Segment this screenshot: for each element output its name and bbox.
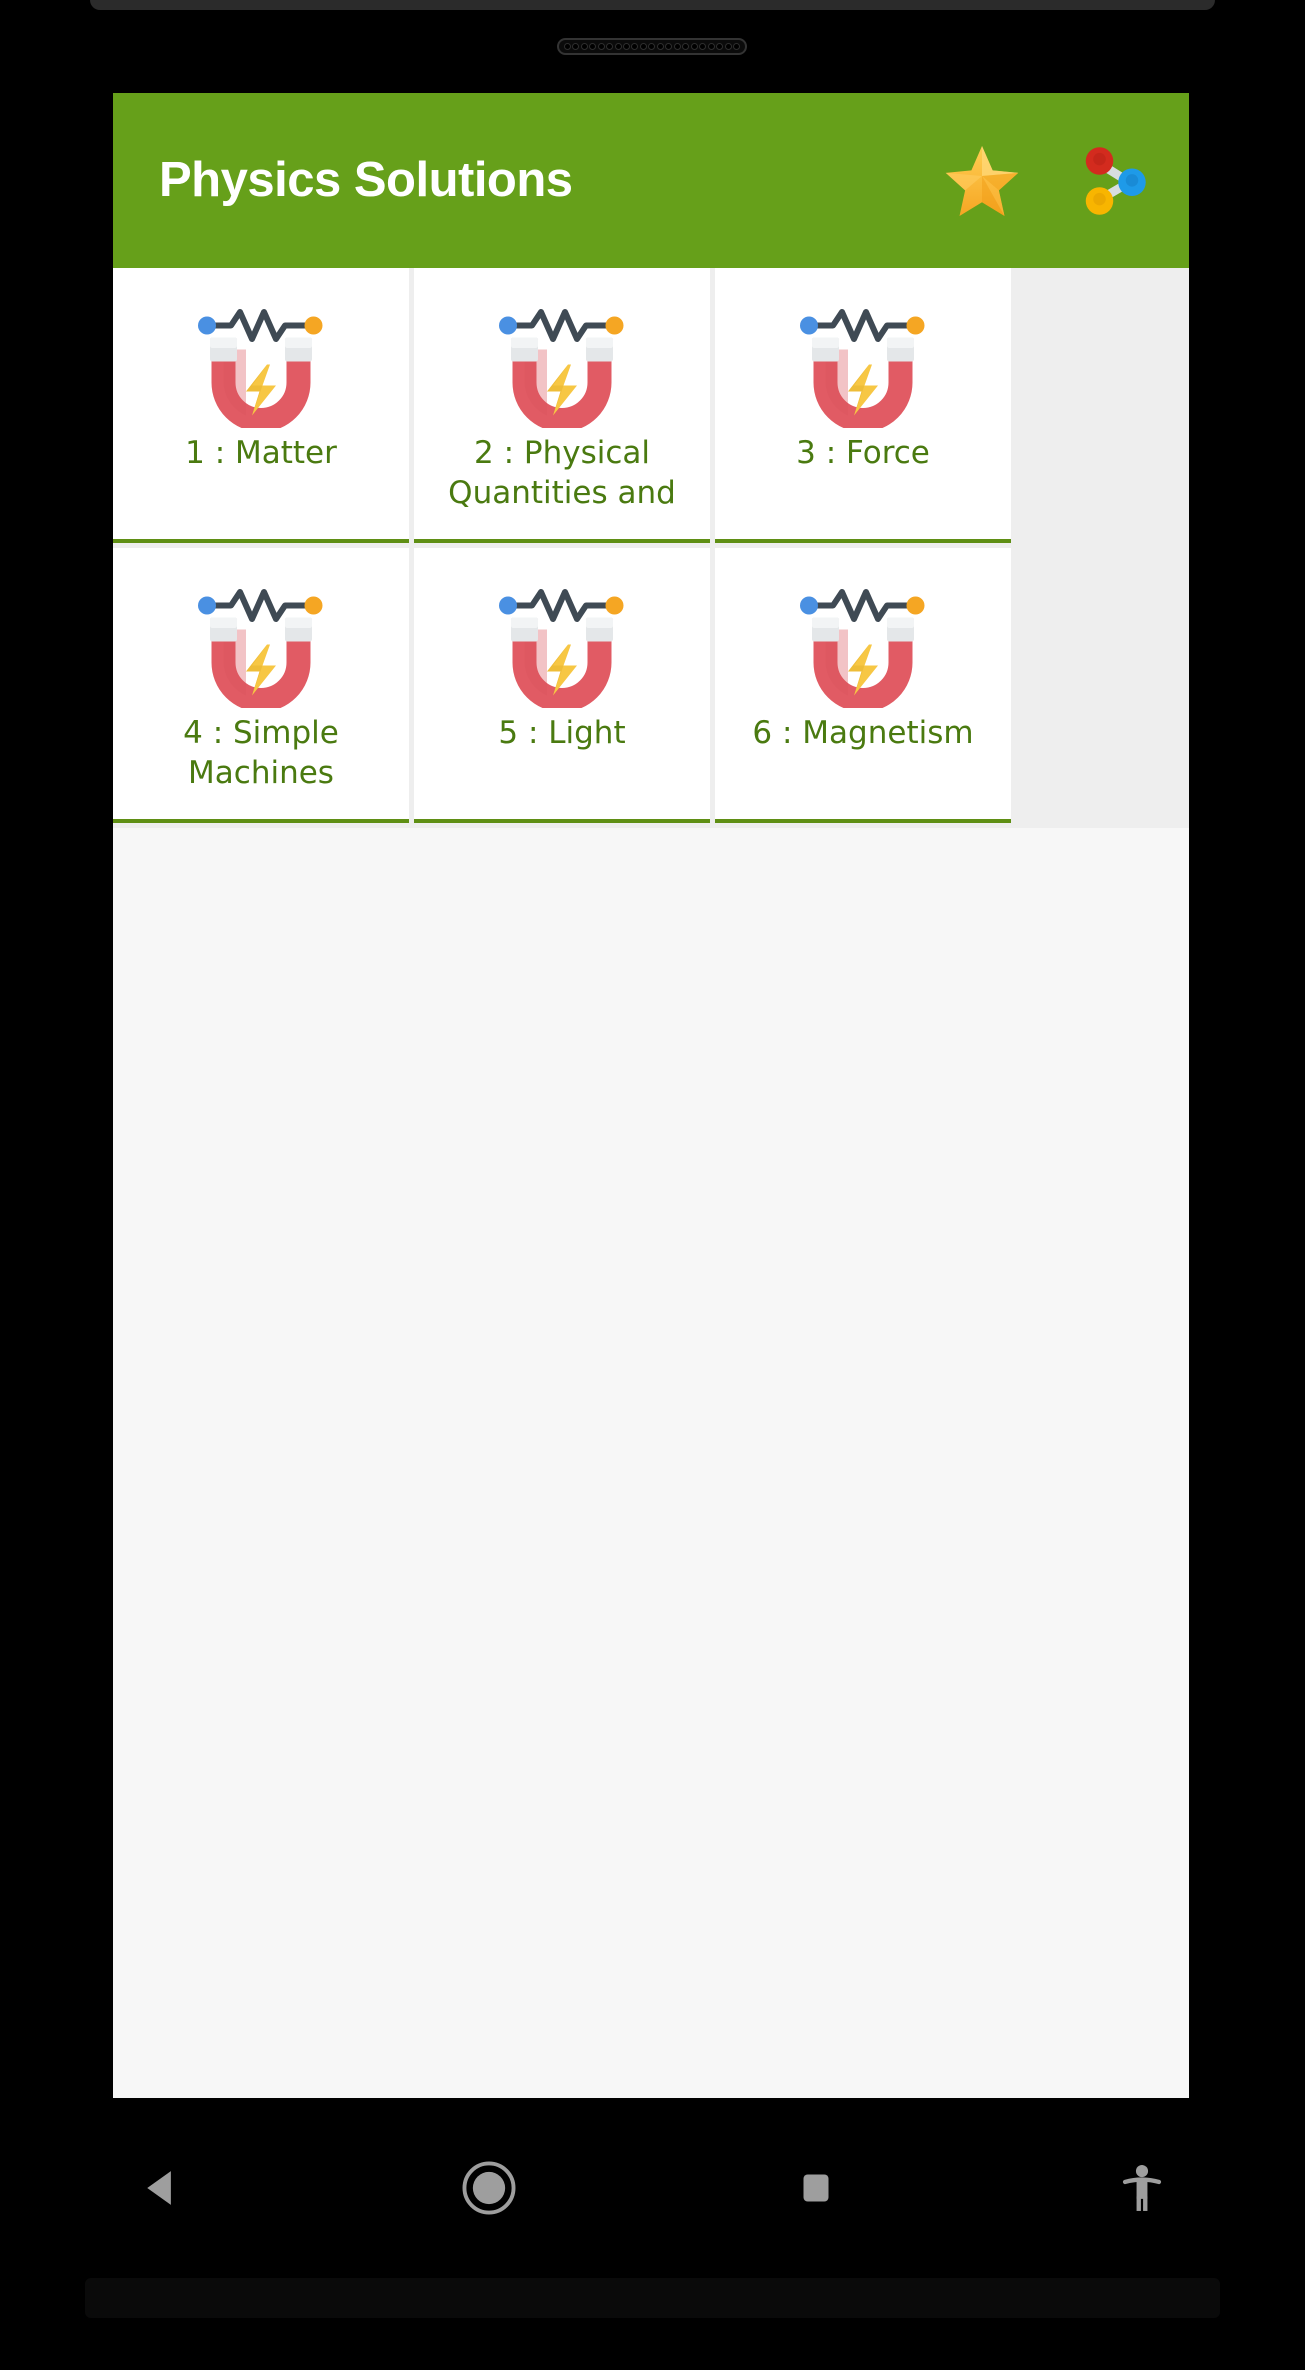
favorite-star-icon[interactable]	[939, 138, 1025, 224]
nav-back-button[interactable]	[0, 2098, 326, 2278]
chapter-card[interactable]: 2 : Physical Quantities and	[414, 268, 710, 543]
magnet-electricity-icon	[487, 578, 637, 712]
app-bar-actions	[939, 138, 1155, 224]
android-navigation-bar	[0, 2098, 1305, 2278]
home-circle-icon	[462, 2161, 516, 2215]
empty-list-area	[113, 828, 1189, 2028]
magnet-electricity-icon	[186, 578, 336, 712]
device-frame: Physics Solutions 1: Matter 2: Physica…	[0, 0, 1305, 2370]
chapter-label: 1 : Matter	[185, 435, 337, 471]
chapter-card[interactable]: 6 : Magnetism	[715, 548, 1011, 823]
chapter-label: 3 : Force	[796, 435, 930, 471]
device-bottom-bezel	[85, 2278, 1220, 2318]
chapter-label: 5 : Light	[498, 715, 626, 751]
accessibility-icon	[1122, 2165, 1161, 2211]
nav-recents-button[interactable]	[653, 2098, 979, 2278]
phone-screen: Physics Solutions 1: Matter 2: Physica…	[113, 93, 1189, 2098]
chapter-label: 2 : Physical Quantities and	[448, 435, 676, 511]
nav-home-button[interactable]	[326, 2098, 652, 2278]
back-triangle-icon	[147, 2171, 171, 2205]
chapter-grid: 1 : Matter 2: Physical Quantities and 3…	[113, 268, 1189, 2028]
chapter-label: 6 : Magnetism	[752, 715, 974, 751]
share-icon[interactable]	[1069, 138, 1155, 224]
nav-accessibility-button[interactable]	[979, 2098, 1305, 2278]
magnet-electricity-icon	[186, 298, 336, 432]
chapter-card[interactable]: 4 : Simple Machines	[113, 548, 409, 823]
app-bar: Physics Solutions	[113, 93, 1189, 268]
magnet-electricity-icon	[788, 578, 938, 712]
recents-square-icon	[803, 2174, 829, 2202]
magnet-electricity-icon	[487, 298, 637, 432]
chapter-card[interactable]: 3 : Force	[715, 268, 1011, 543]
chapter-label: 4 : Simple Machines	[183, 715, 339, 791]
magnet-electricity-icon	[788, 298, 938, 432]
chapter-card[interactable]: 1 : Matter	[113, 268, 409, 543]
page-title: Physics Solutions	[159, 153, 573, 207]
chapter-card[interactable]: 5 : Light	[414, 548, 710, 823]
speaker-grille-icon	[557, 38, 747, 55]
device-top-bezel	[90, 0, 1215, 10]
